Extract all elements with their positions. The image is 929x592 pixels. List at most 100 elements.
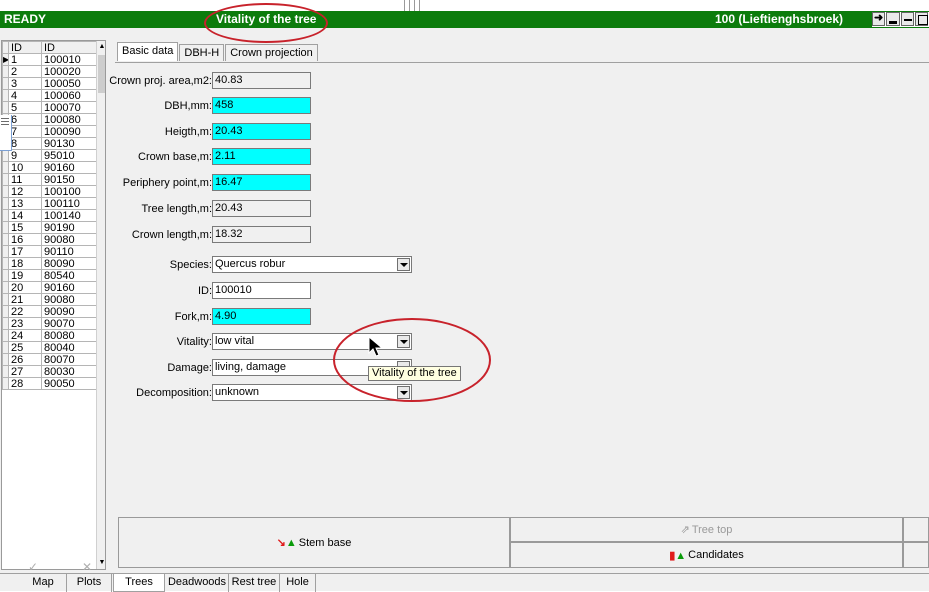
tree-id-cell[interactable]: 80040 — [41, 341, 97, 354]
column-header-id[interactable]: ID — [8, 41, 42, 54]
table-row[interactable]: 5 100070 — [2, 101, 97, 114]
chevron-down-icon[interactable] — [397, 258, 410, 271]
row-number-cell[interactable]: 24 — [8, 329, 42, 342]
row-number-cell[interactable]: 2 — [8, 65, 42, 78]
fork-field[interactable]: 4.90 — [212, 308, 311, 325]
tree-top-button[interactable]: ⇗ Tree top — [510, 517, 903, 542]
row-number-cell[interactable]: 26 — [8, 353, 42, 366]
tab-rest-tree[interactable]: Rest tree — [229, 574, 280, 592]
row-number-cell[interactable]: 16 — [8, 233, 42, 246]
scroll-thumb[interactable] — [98, 55, 105, 93]
row-number-cell[interactable]: 7 — [8, 125, 42, 138]
row-number-cell[interactable]: 27 — [8, 365, 42, 378]
tab-plots[interactable]: Plots — [67, 574, 112, 592]
table-row[interactable]: 22 90090 — [2, 305, 97, 318]
table-row[interactable]: 11 90150 — [2, 173, 97, 186]
tree-id-cell[interactable]: 80030 — [41, 365, 97, 378]
table-row[interactable]: 28 90050 — [2, 377, 97, 390]
table-row[interactable]: 20 90160 — [2, 281, 97, 294]
tree-id-cell[interactable]: 90130 — [41, 137, 97, 150]
maximize-icon[interactable] — [914, 12, 928, 26]
table-row[interactable]: 23 90070 — [2, 317, 97, 330]
tree-id-cell[interactable]: 90190 — [41, 221, 97, 234]
table-row[interactable]: 8 90130 — [2, 137, 97, 150]
crown-length-field[interactable]: 18.32 — [212, 226, 311, 243]
tab-trees[interactable]: Trees — [113, 574, 165, 592]
table-row[interactable]: 2 100020 — [2, 65, 97, 78]
tree-id-cell[interactable]: 90080 — [41, 293, 97, 306]
id-field[interactable]: 100010 — [212, 282, 311, 299]
tree-id-cell[interactable]: 80070 — [41, 353, 97, 366]
tree-id-cell[interactable]: 100010 — [41, 53, 97, 66]
row-number-cell[interactable]: 1 — [8, 53, 42, 66]
row-number-cell[interactable]: 3 — [8, 77, 42, 90]
table-row[interactable]: 24 80080 — [2, 329, 97, 342]
minimize-bar-icon[interactable] — [886, 12, 900, 26]
stem-base-button[interactable]: ↘▲ Stem base — [118, 517, 510, 568]
tree-id-cell[interactable]: 90080 — [41, 233, 97, 246]
tree-id-cell[interactable]: 90070 — [41, 317, 97, 330]
table-row[interactable]: 16 90080 — [2, 233, 97, 246]
spare-button-bottom[interactable] — [903, 542, 929, 568]
table-row[interactable]: 12 100100 — [2, 185, 97, 198]
table-row[interactable]: 27 80030 — [2, 365, 97, 378]
tree-id-cell[interactable]: 80540 — [41, 269, 97, 282]
confirm-check-icon[interactable]: ✓ — [28, 560, 38, 574]
spare-button-top[interactable] — [903, 517, 929, 542]
scroll-up-icon[interactable]: ▲ — [97, 41, 105, 53]
dbh-field[interactable]: 458 — [212, 97, 311, 114]
tree-id-cell[interactable]: 90090 — [41, 305, 97, 318]
row-number-cell[interactable]: 28 — [8, 377, 42, 390]
tree-id-cell[interactable]: 90160 — [41, 161, 97, 174]
table-row[interactable]: 25 80040 — [2, 341, 97, 354]
dock-arrow-icon[interactable] — [872, 11, 886, 26]
tab-deadwoods[interactable]: Deadwoods — [166, 574, 229, 592]
tab-basic-data[interactable]: Basic data — [117, 42, 179, 61]
table-row[interactable]: 21 90080 — [2, 293, 97, 306]
tree-id-cell[interactable]: 100080 — [41, 113, 97, 126]
tree-length-field[interactable]: 20.43 — [212, 200, 311, 217]
table-row[interactable]: 13 100110 — [2, 197, 97, 210]
row-number-cell[interactable]: 9 — [8, 149, 42, 162]
tree-id-cell[interactable]: 90110 — [41, 245, 97, 258]
row-number-cell[interactable]: 14 — [8, 209, 42, 222]
periphery-point-field[interactable]: 16.47 — [212, 174, 311, 191]
row-number-cell[interactable]: 11 — [8, 173, 42, 186]
decomposition-dropdown[interactable]: unknown — [212, 384, 412, 401]
table-row[interactable]: 10 90160 — [2, 161, 97, 174]
tree-id-cell[interactable]: 100070 — [41, 101, 97, 114]
table-row[interactable]: 17 90110 — [2, 245, 97, 258]
crown-proj-area-field[interactable]: 40.83 — [212, 72, 311, 89]
table-row[interactable]: 18 80090 — [2, 257, 97, 270]
left-edge-panel-tab[interactable] — [0, 115, 12, 151]
splitter-grip[interactable] — [404, 0, 420, 11]
tree-id-cell[interactable]: 80090 — [41, 257, 97, 270]
row-indicator[interactable]: ▶ — [2, 53, 9, 66]
tree-id-cell[interactable]: 80080 — [41, 329, 97, 342]
tree-id-cell[interactable]: 90150 — [41, 173, 97, 186]
minimize-icon[interactable] — [900, 12, 914, 26]
table-row[interactable]: 26 80070 — [2, 353, 97, 366]
row-number-cell[interactable]: 5 — [8, 101, 42, 114]
tree-id-cell[interactable]: 100100 — [41, 185, 97, 198]
table-row[interactable]: 14 100140 — [2, 209, 97, 222]
row-number-cell[interactable]: 4 — [8, 89, 42, 102]
row-number-cell[interactable]: 23 — [8, 317, 42, 330]
table-row[interactable]: ▶1100010 — [2, 53, 97, 66]
tree-id-cell[interactable]: 100140 — [41, 209, 97, 222]
row-number-cell[interactable]: 15 — [8, 221, 42, 234]
row-number-cell[interactable]: 12 — [8, 185, 42, 198]
row-number-cell[interactable]: 21 — [8, 293, 42, 306]
tree-id-cell[interactable]: 100050 — [41, 77, 97, 90]
tree-id-cell[interactable]: 95010 — [41, 149, 97, 162]
row-number-cell[interactable]: 10 — [8, 161, 42, 174]
table-row[interactable]: 6 100080 — [2, 113, 97, 126]
chevron-down-icon[interactable] — [397, 335, 410, 348]
tab-crown-projection[interactable]: Crown projection — [225, 44, 318, 61]
row-number-cell[interactable]: 17 — [8, 245, 42, 258]
column-header-id2[interactable]: ID — [41, 41, 97, 54]
chevron-down-icon[interactable] — [397, 386, 410, 399]
species-dropdown[interactable]: Quercus robur — [212, 256, 412, 273]
table-row[interactable]: 4 100060 — [2, 89, 97, 102]
crown-base-field[interactable]: 2.11 — [212, 148, 311, 165]
